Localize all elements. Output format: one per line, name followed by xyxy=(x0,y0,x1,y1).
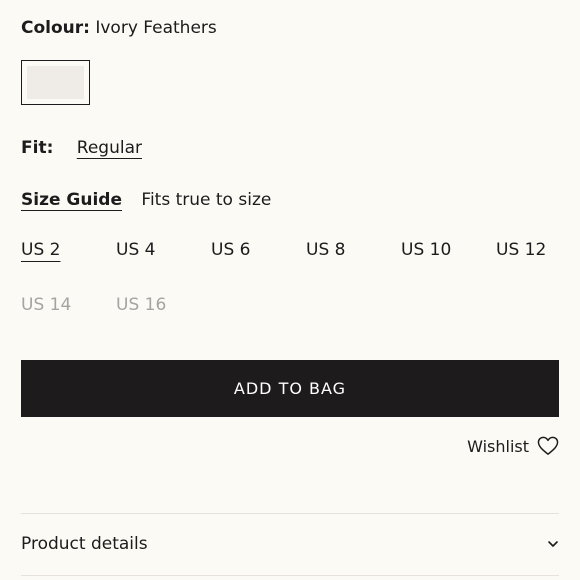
colour-row: Colour: Ivory Feathers xyxy=(21,18,217,38)
size-option-us-6[interactable]: US 6 xyxy=(211,240,250,260)
fit-note: Fits true to size xyxy=(141,190,272,210)
size-guide-link[interactable]: Size Guide xyxy=(21,190,122,210)
fit-row: Fit: Regular xyxy=(21,138,142,158)
colour-swatch-fill xyxy=(27,66,84,99)
colour-label: Colour: xyxy=(21,18,90,38)
heart-icon xyxy=(537,436,559,455)
add-to-bag-label: ADD TO BAG xyxy=(233,379,347,398)
size-option-us-2[interactable]: US 2 xyxy=(21,240,60,260)
size-option-us-8[interactable]: US 8 xyxy=(306,240,345,260)
colour-swatch-ivory-feathers[interactable] xyxy=(21,60,90,105)
product-details-accordion[interactable]: Product details xyxy=(21,514,559,574)
size-option-us-12[interactable]: US 12 xyxy=(496,240,546,260)
fit-label: Fit: xyxy=(21,138,54,158)
size-option-us-16[interactable]: US 16 xyxy=(116,295,166,315)
wishlist-button[interactable]: Wishlist xyxy=(467,436,559,456)
chevron-down-icon xyxy=(548,541,558,547)
product-details-label: Product details xyxy=(21,534,148,554)
size-guide-row: Size Guide Fits true to size xyxy=(21,190,271,210)
add-to-bag-button[interactable]: ADD TO BAG xyxy=(21,360,559,417)
wishlist-label: Wishlist xyxy=(467,436,529,456)
size-option-us-4[interactable]: US 4 xyxy=(116,240,155,260)
colour-value: Ivory Feathers xyxy=(95,18,217,38)
size-option-us-10[interactable]: US 10 xyxy=(401,240,451,260)
divider-bottom xyxy=(21,575,559,576)
size-option-us-14[interactable]: US 14 xyxy=(21,295,71,315)
fit-option-regular[interactable]: Regular xyxy=(77,138,142,158)
